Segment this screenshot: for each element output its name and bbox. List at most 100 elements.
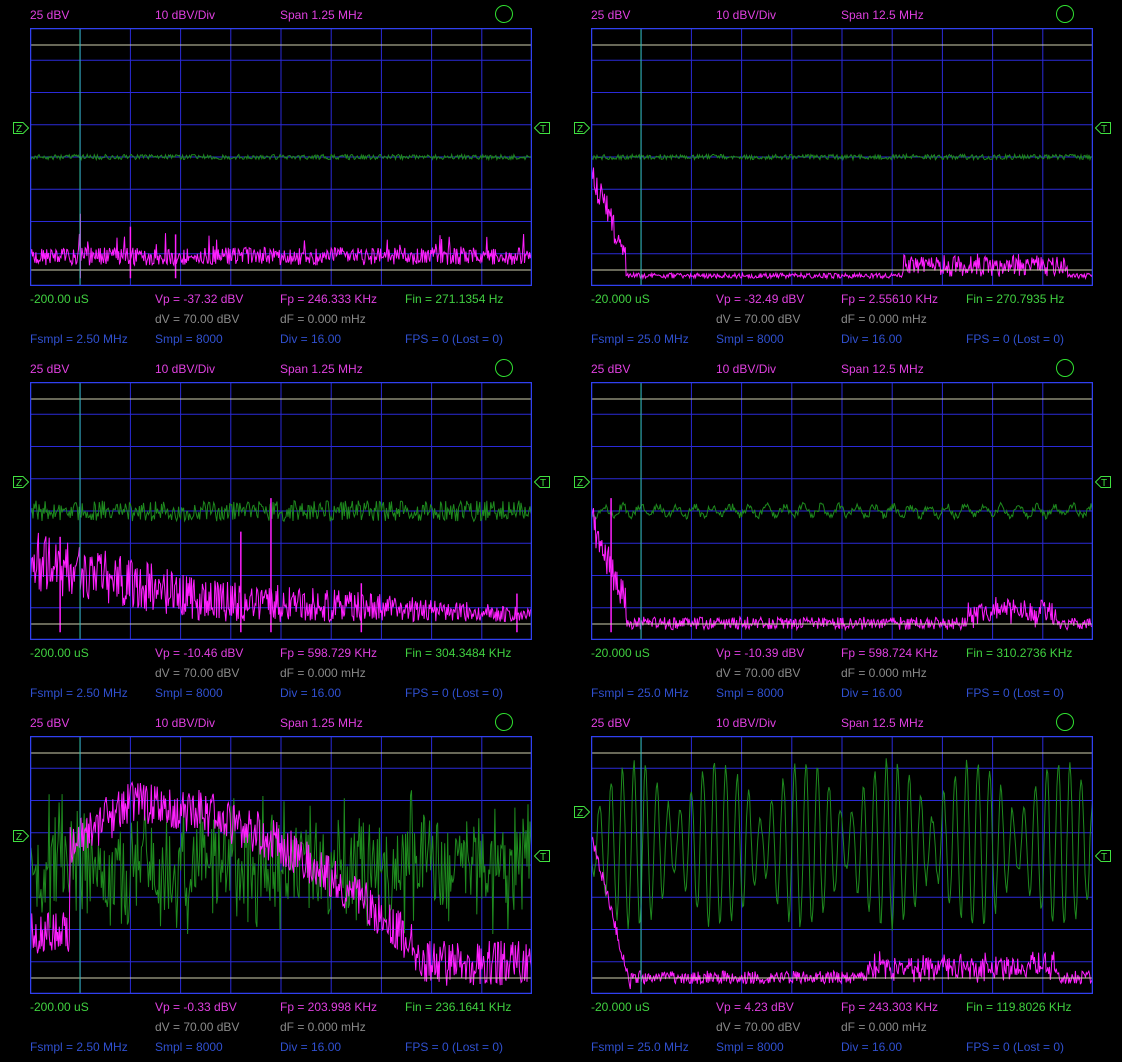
plot-svg <box>30 736 532 994</box>
reference-level: 25 dBV <box>591 8 631 22</box>
vertical-scale: 10 dBV/Div <box>155 716 216 730</box>
delta-voltage-readout: dV = 70.00 dBV <box>155 1020 240 1034</box>
sample-count-readout: Smpl = 8000 <box>155 1040 223 1054</box>
time-readout: -20.000 uS <box>591 292 650 306</box>
vertical-scale: 10 dBV/Div <box>716 716 777 730</box>
sample-count-readout: Smpl = 8000 <box>716 332 784 346</box>
svg-text:T: T <box>540 852 546 862</box>
reference-level: 25 dBV <box>30 362 70 376</box>
frequency-span: Span 1.25 MHz <box>280 716 363 730</box>
division-readout: Div = 16.00 <box>841 686 903 700</box>
frequency-span: Span 12.5 MHz <box>841 8 924 22</box>
time-readout: -200.00 uS <box>30 292 89 306</box>
reference-level: 25 dBV <box>591 362 631 376</box>
peak-frequency-readout: Fp = 203.998 KHz <box>280 1000 378 1014</box>
division-readout: Div = 16.00 <box>280 686 342 700</box>
zero-level-marker-icon[interactable]: Z <box>13 830 29 842</box>
delta-frequency-readout: dF = 0.000 mHz <box>280 312 366 326</box>
time-readout: -20.000 uS <box>591 646 650 660</box>
zero-level-marker-icon[interactable]: Z <box>574 476 590 488</box>
spectrum-plot[interactable] <box>591 28 1093 286</box>
analyzer-panel-6: 25 dBV 10 dBV/Div Span 12.5 MHz Z T -20.000 u… <box>561 708 1122 1062</box>
svg-text:T: T <box>540 478 546 488</box>
spectrum-plot[interactable] <box>30 382 532 640</box>
vertical-scale: 10 dBV/Div <box>155 362 216 376</box>
delta-voltage-readout: dV = 70.00 dBV <box>716 312 801 326</box>
svg-text:Z: Z <box>577 124 583 134</box>
analyzer-panel-5: 25 dBV 10 dBV/Div Span 1.25 MHz Z T -200.00 u… <box>0 708 561 1062</box>
delta-frequency-readout: dF = 0.000 mHz <box>841 1020 927 1034</box>
run-indicator-icon[interactable] <box>495 5 513 23</box>
svg-text:Z: Z <box>16 832 22 842</box>
input-frequency-readout: Fin = 270.7935 Hz <box>966 292 1065 306</box>
reference-level: 25 dBV <box>30 716 70 730</box>
division-readout: Div = 16.00 <box>280 1040 342 1054</box>
time-readout: -200.00 uS <box>30 646 89 660</box>
peak-voltage-readout: Vp = -37.32 dBV <box>155 292 244 306</box>
svg-text:Z: Z <box>16 478 22 488</box>
peak-voltage-readout: Vp = 4.23 dBV <box>716 1000 794 1014</box>
input-frequency-readout: Fin = 271.1354 Hz <box>405 292 504 306</box>
peak-frequency-readout: Fp = 598.724 KHz <box>841 646 939 660</box>
reference-level: 25 dBV <box>591 716 631 730</box>
plot-svg <box>591 28 1093 286</box>
fps-readout: FPS = 0 (Lost = 0) <box>966 332 1065 346</box>
sample-rate-readout: Fsmpl = 2.50 MHz <box>30 1040 128 1054</box>
trigger-level-marker-icon[interactable]: T <box>534 476 550 488</box>
frequency-span: Span 12.5 MHz <box>841 362 924 376</box>
sample-count-readout: Smpl = 8000 <box>716 1040 784 1054</box>
delta-voltage-readout: dV = 70.00 dBV <box>155 666 240 680</box>
sample-rate-readout: Fsmpl = 25.0 MHz <box>591 332 689 346</box>
zero-level-marker-icon[interactable]: Z <box>13 476 29 488</box>
fps-readout: FPS = 0 (Lost = 0) <box>405 1040 504 1054</box>
spectrum-plot[interactable] <box>30 736 532 994</box>
vertical-scale: 10 dBV/Div <box>155 8 216 22</box>
spectrum-plot[interactable] <box>30 28 532 286</box>
zero-level-marker-icon[interactable]: Z <box>574 806 590 818</box>
svg-text:T: T <box>540 124 546 134</box>
trigger-level-marker-icon[interactable]: T <box>534 122 550 134</box>
time-readout: -20.000 uS <box>591 1000 650 1014</box>
run-indicator-icon[interactable] <box>1056 359 1074 377</box>
spectrum-plot[interactable] <box>591 382 1093 640</box>
delta-frequency-readout: dF = 0.000 mHz <box>841 666 927 680</box>
peak-voltage-readout: Vp = -0.33 dBV <box>155 1000 237 1014</box>
peak-voltage-readout: Vp = -10.39 dBV <box>716 646 805 660</box>
sample-rate-readout: Fsmpl = 25.0 MHz <box>591 686 689 700</box>
trigger-level-marker-icon[interactable]: T <box>1095 850 1111 862</box>
peak-frequency-readout: Fp = 246.333 KHz <box>280 292 378 306</box>
reference-level: 25 dBV <box>30 8 70 22</box>
delta-frequency-readout: dF = 0.000 mHz <box>280 666 366 680</box>
run-indicator-icon[interactable] <box>495 359 513 377</box>
plot-svg <box>591 736 1093 994</box>
zero-level-marker-icon[interactable]: Z <box>13 122 29 134</box>
peak-voltage-readout: Vp = -32.49 dBV <box>716 292 805 306</box>
input-frequency-readout: Fin = 119.8026 KHz <box>966 1000 1072 1014</box>
zero-level-marker-icon[interactable]: Z <box>574 122 590 134</box>
spectrum-plot[interactable] <box>591 736 1093 994</box>
delta-voltage-readout: dV = 70.00 dBV <box>716 666 801 680</box>
svg-text:Z: Z <box>577 808 583 818</box>
peak-frequency-readout: Fp = 598.729 KHz <box>280 646 378 660</box>
plot-svg <box>30 382 532 640</box>
fps-readout: FPS = 0 (Lost = 0) <box>405 332 504 346</box>
trigger-level-marker-icon[interactable]: T <box>1095 476 1111 488</box>
svg-text:Z: Z <box>577 478 583 488</box>
run-indicator-icon[interactable] <box>495 713 513 731</box>
trigger-level-marker-icon[interactable]: T <box>1095 122 1111 134</box>
input-frequency-readout: Fin = 304.3484 KHz <box>405 646 512 660</box>
run-indicator-icon[interactable] <box>1056 713 1074 731</box>
analyzer-panel-2: 25 dBV 10 dBV/Div Span 12.5 MHz Z T -20.000 u… <box>561 0 1122 354</box>
svg-text:Z: Z <box>16 124 22 134</box>
run-indicator-icon[interactable] <box>1056 5 1074 23</box>
trigger-level-marker-icon[interactable]: T <box>534 850 550 862</box>
svg-text:T: T <box>1101 478 1107 488</box>
time-readout: -200.00 uS <box>30 1000 89 1014</box>
peak-frequency-readout: Fp = 2.55610 KHz <box>841 292 939 306</box>
sample-rate-readout: Fsmpl = 25.0 MHz <box>591 1040 689 1054</box>
frequency-span: Span 1.25 MHz <box>280 8 363 22</box>
input-frequency-readout: Fin = 236.1641 KHz <box>405 1000 512 1014</box>
delta-voltage-readout: dV = 70.00 dBV <box>155 312 240 326</box>
delta-frequency-readout: dF = 0.000 mHz <box>280 1020 366 1034</box>
sample-rate-readout: Fsmpl = 2.50 MHz <box>30 686 128 700</box>
